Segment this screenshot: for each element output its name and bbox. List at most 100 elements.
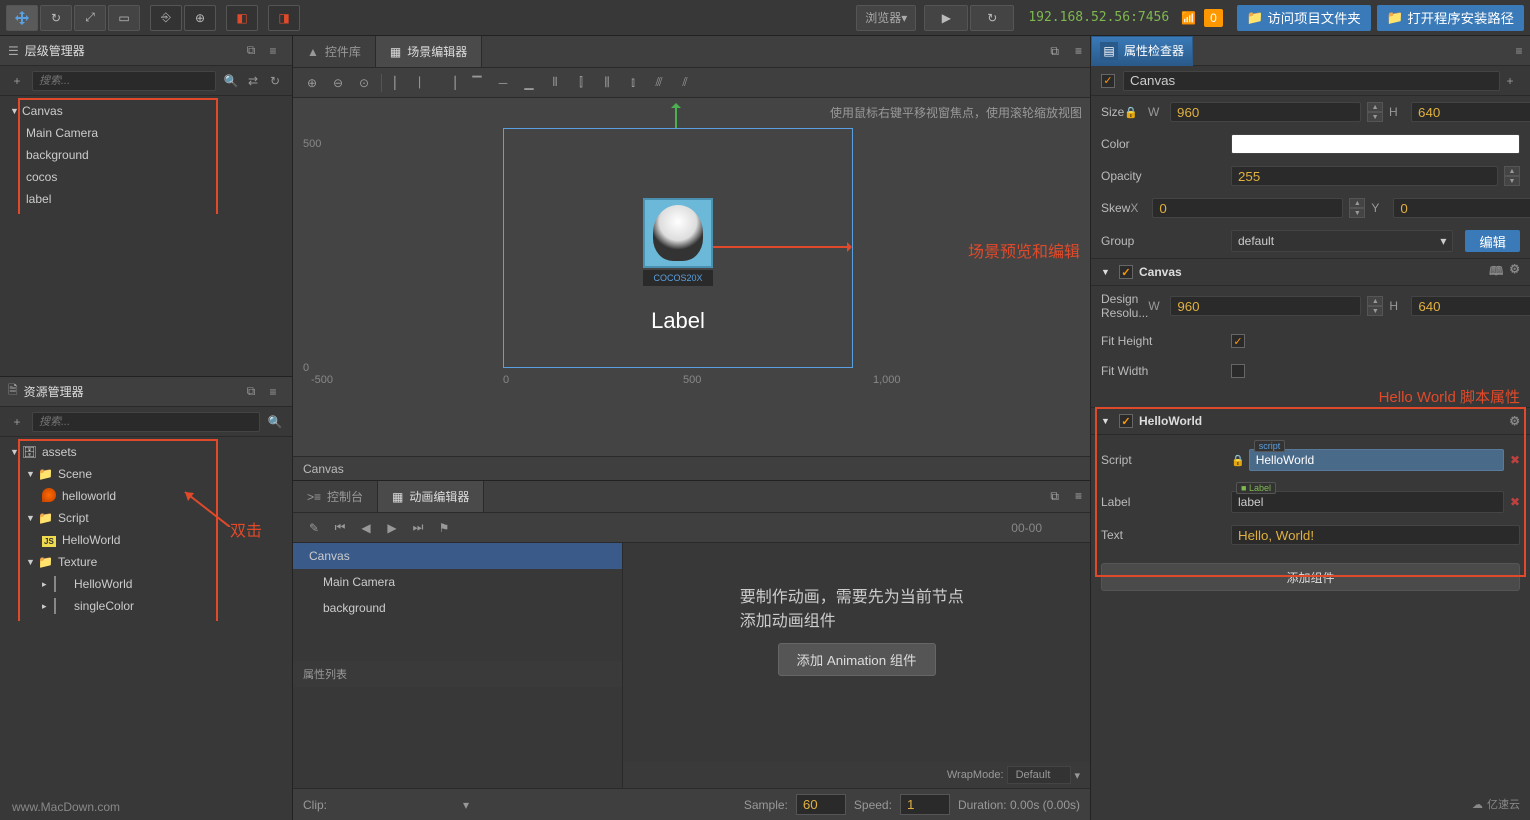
local-tool[interactable]: ⊕ — [184, 5, 216, 31]
dist-4-icon[interactable]: ⫽ — [672, 71, 698, 95]
scene-breadcrumb[interactable]: Canvas — [293, 456, 1090, 480]
node-canvas[interactable]: ▼Canvas — [0, 100, 292, 122]
gear-icon[interactable]: ⚙ — [1509, 262, 1520, 283]
wrapmode-select[interactable]: Default — [1007, 766, 1072, 784]
text-input[interactable] — [1231, 525, 1520, 545]
popout-icon[interactable]: ⧉ — [1042, 481, 1067, 512]
hierarchy-search-input[interactable] — [32, 71, 216, 91]
align-tool-2[interactable]: ◨ — [268, 5, 300, 31]
open-install-path-button[interactable]: 📁打开程序安装路径 — [1377, 5, 1524, 31]
skew-y-input[interactable] — [1393, 198, 1530, 218]
asset-texture-folder[interactable]: ▼📁Texture — [0, 551, 292, 573]
notification-badge[interactable]: 0 — [1204, 9, 1223, 27]
helloworld-component-header[interactable]: ▼ HelloWorld ⚙ — [1091, 407, 1530, 435]
play-anim-button[interactable]: ▶ — [379, 516, 405, 540]
anim-row-camera[interactable]: Main Camera — [293, 569, 622, 595]
tab-animation[interactable]: ▦动画编辑器 — [378, 481, 484, 512]
dist-h-icon[interactable]: ⫴ — [542, 71, 568, 95]
sample-input[interactable] — [796, 794, 846, 815]
search-icon[interactable]: 🔍 — [220, 70, 242, 92]
sort-icon[interactable]: ⇄ — [242, 70, 264, 92]
dist-v-icon[interactable]: ⫿ — [568, 71, 594, 95]
align-vcenter-icon[interactable]: ─ — [490, 71, 516, 95]
add-asset-button[interactable]: + — [6, 411, 28, 433]
anim-timeline[interactable]: 要制作动画，需要先为当前节点添加动画组件 添加 Animation 组件 Wra… — [623, 543, 1090, 788]
zoom-out-icon[interactable]: ⊖ — [325, 71, 351, 95]
refresh-icon[interactable]: ↻ — [264, 70, 286, 92]
label-reference[interactable]: ■ Label label — [1231, 491, 1504, 513]
zoom-in-icon[interactable]: ⊕ — [299, 71, 325, 95]
skew-x-input[interactable] — [1152, 198, 1343, 218]
align-left-icon[interactable]: ▏ — [386, 71, 412, 95]
next-frame-button[interactable]: ⏭ — [405, 516, 431, 540]
popout-icon[interactable]: ⧉ — [1042, 36, 1067, 67]
menu-icon[interactable]: ≡ — [262, 44, 284, 58]
dist-3-icon[interactable]: ⫻ — [646, 71, 672, 95]
tab-widget-lib[interactable]: ▲控件库 — [293, 36, 376, 67]
add-component-button[interactable]: 添加组件 — [1101, 563, 1520, 591]
node-active-checkbox[interactable] — [1101, 74, 1115, 88]
align-right-icon[interactable]: ▕ — [438, 71, 464, 95]
align-bottom-icon[interactable]: ▁ — [516, 71, 542, 95]
preview-target-dropdown[interactable]: 浏览器 ▾ — [856, 5, 916, 31]
node-main-camera[interactable]: Main Camera — [0, 122, 292, 144]
menu-icon[interactable]: ≡ — [1508, 44, 1530, 58]
node-label[interactable]: label — [0, 188, 292, 210]
reload-button[interactable]: ↻ — [970, 5, 1014, 31]
fit-height-checkbox[interactable] — [1231, 334, 1245, 348]
tab-console[interactable]: >≡控制台 — [293, 481, 378, 512]
canvas-component-header[interactable]: ▼ Canvas 🕮⚙ — [1091, 258, 1530, 286]
add-button[interactable]: + — [1500, 74, 1520, 88]
add-animation-button[interactable]: 添加 Animation 组件 — [778, 643, 936, 676]
help-icon[interactable]: 🕮 — [1489, 262, 1503, 283]
gear-icon[interactable]: ⚙ — [1509, 414, 1520, 428]
cocos-logo-sprite[interactable] — [643, 198, 713, 268]
size-h-input[interactable] — [1411, 102, 1530, 122]
lock-icon[interactable]: 🔒 — [1124, 106, 1138, 119]
menu-icon[interactable]: ≡ — [262, 385, 284, 399]
insert-event-button[interactable]: ⚑ — [431, 516, 457, 540]
align-top-icon[interactable]: ▔ — [464, 71, 490, 95]
assets-search-input[interactable] — [32, 412, 260, 432]
align-tool-1[interactable]: ◧ — [226, 5, 258, 31]
menu-icon[interactable]: ≡ — [1067, 481, 1090, 512]
design-w-input[interactable] — [1170, 296, 1361, 316]
zoom-reset-icon[interactable]: ⊙ — [351, 71, 377, 95]
node-cocos[interactable]: cocos — [0, 166, 292, 188]
speed-input[interactable] — [900, 794, 950, 815]
clear-ref-button[interactable]: ✖ — [1510, 453, 1520, 467]
asset-root[interactable]: ▼🗄assets — [0, 441, 292, 463]
anchor-tool[interactable]: ⎆ — [150, 5, 182, 31]
tab-scene-editor[interactable]: ▦场景编辑器 — [376, 36, 482, 67]
rect-tool[interactable]: ▭ — [108, 5, 140, 31]
first-frame-button[interactable]: ⏮ — [327, 516, 353, 540]
asset-helloworld-scene[interactable]: helloworld — [0, 485, 292, 507]
rotate-tool[interactable]: ↻ — [40, 5, 72, 31]
scale-tool[interactable]: ⤢ — [74, 5, 106, 31]
anim-row-canvas[interactable]: Canvas — [293, 543, 622, 569]
prev-frame-button[interactable]: ◀ — [353, 516, 379, 540]
search-icon[interactable]: 🔍 — [264, 411, 286, 433]
clear-ref-button[interactable]: ✖ — [1510, 495, 1520, 509]
move-tool[interactable] — [6, 5, 38, 31]
hw-comp-checkbox[interactable] — [1119, 414, 1133, 428]
align-hcenter-icon[interactable]: ⎸ — [412, 71, 438, 95]
anim-row-background[interactable]: background — [293, 595, 622, 621]
canvas-comp-checkbox[interactable] — [1119, 265, 1133, 279]
asset-singlecolor[interactable]: ▸singleColor — [0, 595, 292, 617]
asset-helloworld-texture[interactable]: ▸HelloWorld — [0, 573, 292, 595]
add-node-button[interactable]: + — [6, 70, 28, 92]
color-swatch[interactable] — [1231, 134, 1520, 154]
record-button[interactable]: ✎ — [301, 516, 327, 540]
group-edit-button[interactable]: 编辑 — [1465, 230, 1520, 252]
size-w-input[interactable] — [1170, 102, 1361, 122]
y-axis-gizmo[interactable] — [675, 104, 677, 128]
menu-icon[interactable]: ≡ — [1067, 36, 1090, 67]
open-project-folder-button[interactable]: 📁访问项目文件夹 — [1237, 5, 1371, 31]
script-reference[interactable]: script HelloWorld — [1249, 449, 1504, 471]
group-select[interactable]: default▾ — [1231, 230, 1453, 252]
fit-width-checkbox[interactable] — [1231, 364, 1245, 378]
popout-icon[interactable]: ⧉ — [240, 384, 262, 399]
play-button[interactable]: ▶ — [924, 5, 968, 31]
node-name-input[interactable] — [1123, 71, 1500, 91]
